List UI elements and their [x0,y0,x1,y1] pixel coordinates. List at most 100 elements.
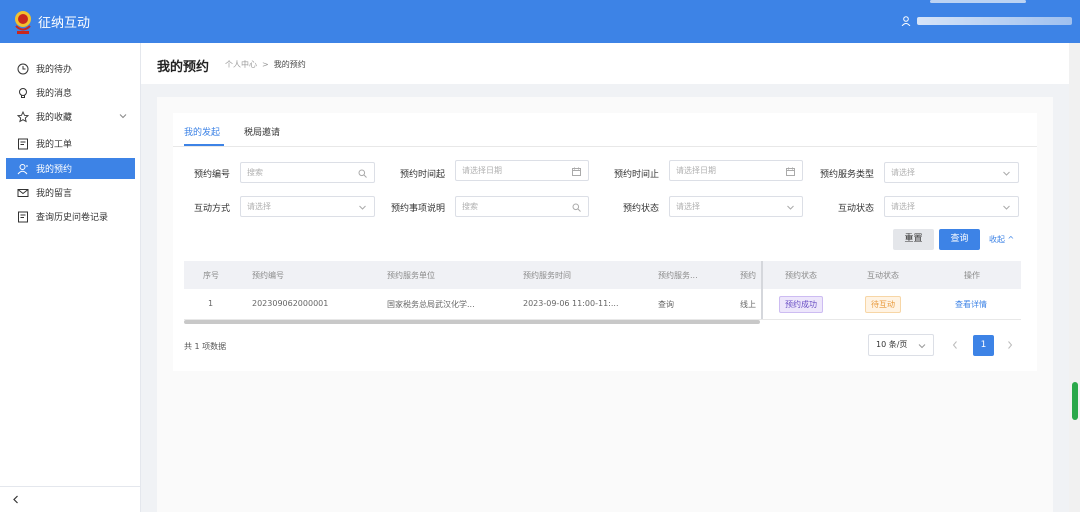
service-type-label: 预约服务类型 [819,170,874,180]
breadcrumb: 个人中心 > 我的预约 [225,59,306,70]
sidebar-item-work-orders[interactable]: 我的工单 [6,133,135,154]
page-scrollbar-thumb[interactable] [1072,382,1078,420]
booking-status-label: 预约状态 [622,204,659,214]
document-icon [18,138,28,149]
sidebar-item-messages[interactable]: 我的消息 [6,82,135,103]
bulb-icon [19,87,27,98]
table-horizontal-scrollbar[interactable] [184,320,760,324]
column-header-service-time: 预约服务时间 [523,271,571,280]
sidebar-item-survey-history[interactable]: 查询历史问卷记录 [6,206,135,227]
booking-no-label: 预约编号 [193,170,230,180]
page-header: 我的预约 个人中心 > 我的预约 [141,43,1069,84]
sidebar-item-label: 我的工单 [36,140,73,150]
sidebar-item-messages-left[interactable]: 我的留言 [6,182,135,203]
time-to-label: 预约时间止 [613,170,659,180]
page-size-select[interactable]: 10 条/页 [868,334,934,356]
top-bar: 征纳互动 [0,0,1080,43]
column-header-mode: 预约 [740,271,756,280]
prev-page-icon[interactable] [951,340,959,350]
booking-no-placeholder: 搜索 [247,168,263,177]
column-header-booking-status: 预约状态 [785,271,817,280]
column-header-service-unit: 预约服务单位 [387,271,435,280]
row-index: 1 [208,299,214,308]
mail-icon [17,188,29,197]
sidebar: 我的待办 我的消息 我的收藏 我的工单 我的预约 我的留言 查询历史问卷记录 [0,43,141,512]
search-icon [358,169,367,178]
sidebar-item-label: 我的收藏 [36,113,73,123]
view-details-link[interactable]: 查看详情 [955,299,987,310]
matter-desc-placeholder: 搜索 [462,202,478,211]
column-header-booking-no: 预约编号 [252,271,284,280]
clock-icon [17,63,29,74]
time-from-datepicker[interactable]: 请选择日期 [455,160,589,181]
page-title: 我的预约 [157,60,210,75]
breadcrumb-item-personal-center[interactable]: 个人中心 [225,59,257,70]
service-type-select[interactable]: 请选择 [884,162,1019,183]
collapse-label: 收起 [989,235,1005,244]
row-service-time: 2023-09-06 11:00-11:... [523,299,619,308]
matter-desc-input[interactable]: 搜索 [455,196,589,217]
column-header-actions: 操作 [964,271,980,280]
time-from-placeholder: 请选择日期 [462,166,502,175]
query-button[interactable]: 查询 [939,229,980,250]
row-mode: 线上 [740,300,756,309]
chevron-left-icon[interactable] [12,495,20,504]
fixed-columns-divider [761,261,763,320]
total-count: 共 1 项数据 [184,342,227,351]
user-menu[interactable] [901,16,1072,26]
page-number-current[interactable]: 1 [973,335,994,356]
time-to-datepicker[interactable]: 请选择日期 [669,160,803,181]
star-icon [17,110,29,122]
page-size-value: 10 条/页 [876,340,908,349]
sidebar-item-label: 查询历史问卷记录 [36,213,109,223]
interaction-mode-select[interactable]: 请选择 [240,196,375,217]
page-scrollbar[interactable] [1069,43,1080,512]
document-icon [18,211,28,222]
column-header-service: 预约服务... [658,271,698,280]
collapse-filters-link[interactable]: 收起 ^ [989,234,1014,245]
tab-tax-bureau-invitations[interactable]: 税局邀请 [244,125,280,138]
booking-no-input[interactable]: 搜索 [240,162,375,183]
time-from-label: 预约时间起 [399,170,445,180]
user-name-redacted[interactable] [917,17,1072,25]
sidebar-item-label: 我的消息 [36,89,73,99]
interaction-mode-label: 互动方式 [193,204,230,214]
interaction-status-select[interactable]: 请选择 [884,196,1019,217]
reset-button[interactable]: 重置 [893,229,934,250]
row-service-unit: 国家税务总局武汉化学... [387,300,475,309]
sidebar-item-appointments[interactable]: 我的预约 [6,158,135,179]
interaction-status-placeholder: 请选择 [891,202,915,211]
calendar-icon [786,167,795,176]
sidebar-item-label: 我的留言 [36,189,73,199]
chevron-up-icon: ^ [1005,235,1015,244]
sidebar-item-favorites[interactable]: 我的收藏 [6,106,135,127]
breadcrumb-separator-icon: > [262,60,269,69]
calendar-icon [572,167,581,176]
interaction-mode-placeholder: 请选择 [247,202,271,211]
next-page-icon[interactable] [1006,340,1014,350]
booking-status-select[interactable]: 请选择 [669,196,803,217]
row-service: 查询 [658,300,674,309]
column-header-index: 序号 [203,271,219,280]
sidebar-item-label: 我的预约 [36,165,73,175]
chevron-down-icon [119,114,127,119]
sidebar-item-label: 我的待办 [36,65,73,75]
search-icon [572,203,581,212]
chevron-down-icon [1003,205,1010,210]
column-header-interaction-status: 互动状态 [867,271,899,280]
chevron-down-icon [787,205,794,210]
sidebar-collapse-bar[interactable] [0,486,140,512]
sidebar-item-todo[interactable]: 我的待办 [6,58,135,79]
interaction-status-label: 互动状态 [837,204,874,214]
breadcrumb-item-current: 我的预约 [273,60,306,69]
chevron-down-icon [359,205,366,210]
tax-emblem-logo [15,11,31,34]
tab-my-initiated[interactable]: 我的发起 [184,125,220,138]
booking-status-badge: 预约成功 [779,296,823,313]
user-icon [17,163,28,174]
app-title: 征纳互动 [38,16,91,31]
chevron-down-icon [1003,171,1010,176]
user-icon [901,16,911,26]
chevron-down-icon [918,344,926,349]
top-strip [930,0,1026,3]
